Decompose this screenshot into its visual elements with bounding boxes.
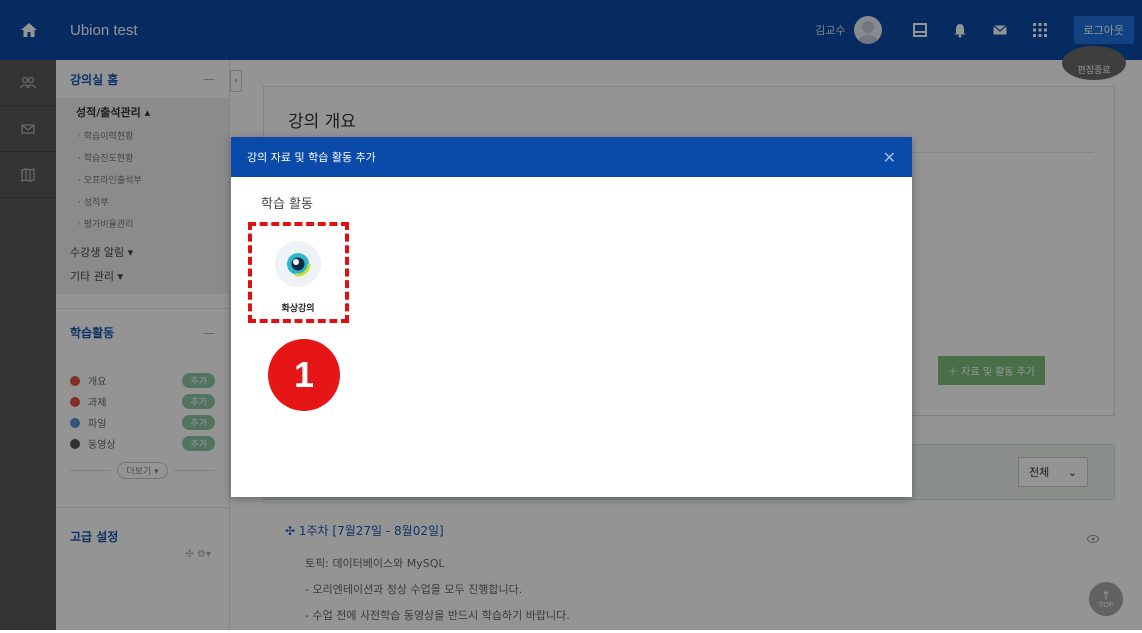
highlight-box [248,222,349,323]
step-badge: 1 [268,339,340,411]
modal-header: 강의 자료 및 학습 활동 추가 ✕ [231,137,912,177]
modal-section-title: 학습 활동 [261,197,313,212]
modal-title: 강의 자료 및 학습 활동 추가 [247,151,376,164]
close-icon[interactable]: ✕ [883,148,896,167]
